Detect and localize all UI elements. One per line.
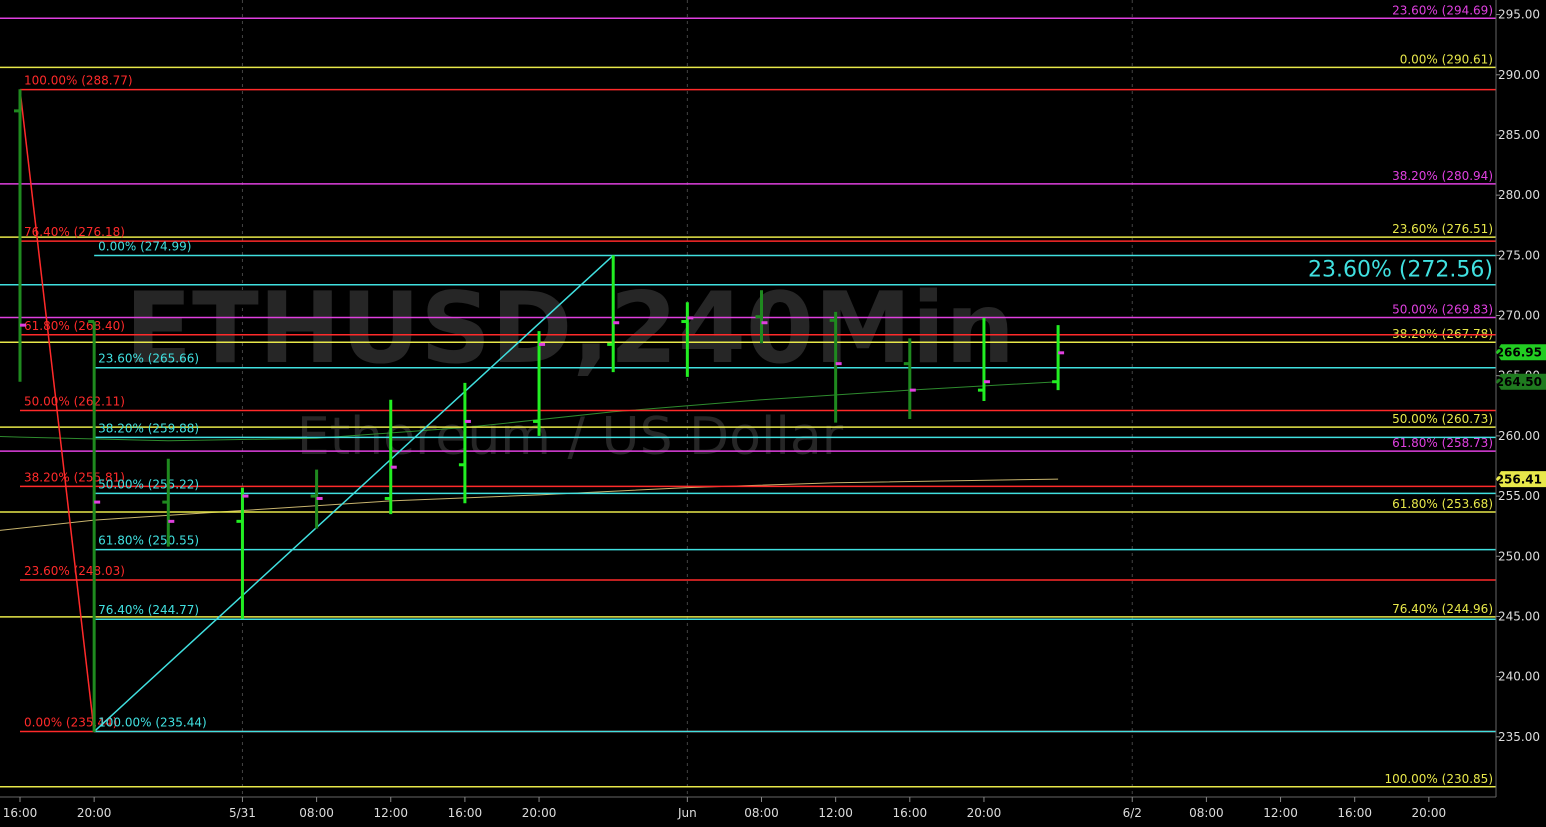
- fib-level-label: 0.00% (290.61): [1400, 52, 1493, 66]
- time-axis-label: 16:00: [448, 806, 483, 820]
- chart-canvas[interactable]: ETHUSD,240MinEthereum / US Dollar 23.60%…: [0, 0, 1546, 823]
- price-axis-panel: [1496, 0, 1546, 823]
- fib-level-label: 100.00% (230.85): [1384, 772, 1493, 786]
- price-chart[interactable]: ETHUSD,240Min Ethereum / US Dollar 23.60%…: [0, 0, 1546, 823]
- time-axis-label: Jun: [677, 806, 697, 820]
- time-axis-label: 20:00: [522, 806, 557, 820]
- fib-level-label: 0.00% (274.99): [98, 239, 191, 253]
- fib-level-label: 23.60% (276.51): [1392, 222, 1493, 236]
- fib-level-label: 100.00% (288.77): [24, 74, 133, 88]
- fib-level-label: 76.40% (244.77): [98, 603, 199, 617]
- time-axis-label: 12:00: [818, 806, 853, 820]
- fib-level-label: 76.40% (276.18): [24, 225, 125, 239]
- price-axis-label: 275.00: [1498, 248, 1540, 262]
- time-axis-label: 16:00: [1337, 806, 1372, 820]
- price-axis-label: 285.00: [1498, 128, 1540, 142]
- price-axis-label: 295.00: [1498, 8, 1540, 22]
- price-axis-label: 250.00: [1498, 549, 1540, 563]
- price-tag-label: 266.95: [1496, 346, 1542, 360]
- price-axis-label: 235.00: [1498, 730, 1540, 744]
- time-axis-label: 20:00: [1412, 806, 1447, 820]
- time-axis-label: 16:00: [3, 806, 38, 820]
- fib-level-label: 61.80% (258.73): [1392, 436, 1493, 450]
- fib-level-label: 61.80% (268.40): [24, 319, 125, 333]
- fib-level-label: 23.60% (265.66): [98, 352, 199, 366]
- price-axis-label: 260.00: [1498, 429, 1540, 443]
- fib-level-label: 38.20% (259.88): [98, 421, 199, 435]
- time-axis-label: 20:00: [77, 806, 112, 820]
- fib-level-label: 23.60% (272.56): [1308, 258, 1493, 283]
- fib-level-label: 50.00% (269.83): [1392, 303, 1493, 317]
- fib-level-label: 100.00% (235.44): [98, 716, 207, 730]
- time-axis-label: 08:00: [299, 806, 334, 820]
- time-axis-label: 20:00: [967, 806, 1002, 820]
- time-axis-label: 12:00: [373, 806, 408, 820]
- fib-level-label: 38.20% (280.94): [1392, 169, 1493, 183]
- fib-level-label: 61.80% (253.68): [1392, 497, 1493, 511]
- price-tag-label: 256.41: [1496, 473, 1542, 487]
- time-axis-label: 12:00: [1263, 806, 1298, 820]
- price-tag-label: 264.50: [1496, 375, 1542, 389]
- fib-level-label: 76.40% (244.96): [1392, 602, 1493, 616]
- price-axis-label: 240.00: [1498, 670, 1540, 684]
- price-axis-label: 255.00: [1498, 489, 1540, 503]
- price-axis-label: 270.00: [1498, 309, 1540, 323]
- price-axis-label: 245.00: [1498, 609, 1540, 623]
- time-axis-label: 5/31: [229, 806, 256, 820]
- time-axis-label: 08:00: [1189, 806, 1224, 820]
- fib-level-label: 23.60% (294.69): [1392, 3, 1493, 17]
- time-axis-label: 08:00: [744, 806, 779, 820]
- time-axis-label: 6/2: [1123, 806, 1142, 820]
- price-axis-label: 290.00: [1498, 68, 1540, 82]
- fib-level-label: 50.00% (255.22): [98, 477, 199, 491]
- watermark-symbol: ETHUSD,240Min: [125, 272, 1015, 386]
- fib-level-label: 50.00% (262.11): [24, 394, 125, 408]
- time-axis-label: 16:00: [893, 806, 928, 820]
- fib-level-label: 50.00% (260.73): [1392, 412, 1493, 426]
- price-axis-label: 280.00: [1498, 188, 1540, 202]
- fib-level-label: 61.80% (250.55): [98, 534, 199, 548]
